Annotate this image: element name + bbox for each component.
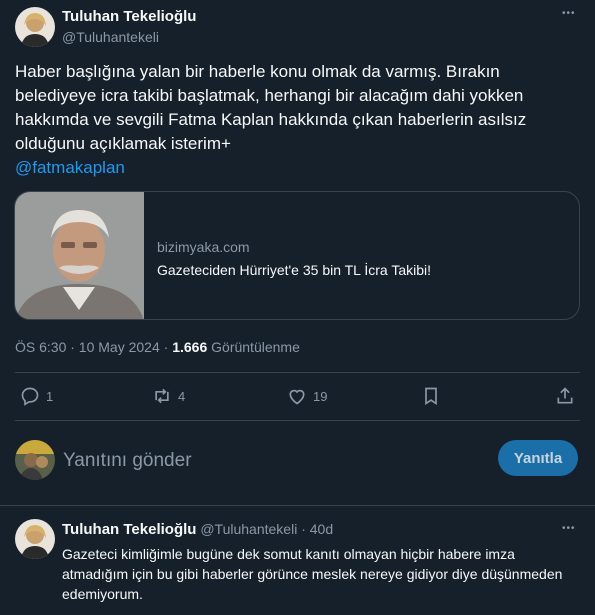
divider	[15, 372, 580, 373]
reply-button[interactable]: 1	[20, 386, 53, 406]
reply-age[interactable]: 40d	[310, 521, 333, 537]
like-icon	[289, 389, 305, 405]
reply-author-avatar[interactable]	[15, 519, 55, 559]
views-label: Görüntülenme	[207, 339, 300, 355]
share-icon	[557, 387, 573, 404]
mention-link[interactable]: @fatmakaplan	[15, 156, 575, 180]
retweet-button[interactable]: 4	[152, 386, 185, 406]
divider	[15, 420, 580, 421]
reply-author-name[interactable]: Tuluhan Tekelioğlu	[62, 521, 196, 538]
link-card[interactable]: bizimyaka.com Gazeteciden Hürriyet'e 35 …	[14, 191, 580, 320]
like-button[interactable]: 19	[287, 386, 327, 406]
reply-input[interactable]: Yanıtını gönder	[63, 450, 192, 472]
like-count: 19	[313, 388, 328, 404]
tweet-text: Haber başlığına yalan bir haberle konu o…	[15, 60, 575, 180]
card-title: Gazeteciden Hürriyet'e 35 bin TL İcra Ta…	[157, 262, 431, 278]
card-thumbnail	[15, 192, 144, 319]
author-avatar[interactable]	[15, 7, 55, 47]
bookmark-button[interactable]	[421, 386, 441, 406]
tweet-timestamp[interactable]: ÖS 6:30 · 10 May 2024 ·	[15, 339, 172, 355]
reply-header: Tuluhan Tekelioğlu @Tuluhantekeli · 40d	[62, 521, 333, 538]
share-button[interactable]	[555, 386, 575, 406]
bookmark-icon	[425, 387, 437, 406]
reply-text: Gazeteci kimliğimle bugüne dek somut kan…	[62, 546, 563, 602]
reply-count: 1	[46, 388, 54, 404]
reply-icon	[21, 387, 39, 406]
retweet-count: 4	[178, 388, 186, 404]
reply-author-handle[interactable]: @Tuluhantekeli	[200, 521, 297, 537]
more-options-icon[interactable]: •••	[562, 8, 576, 19]
tweet-body: Haber başlığına yalan bir haberle konu o…	[15, 62, 527, 153]
views-count: 1.666	[172, 339, 208, 355]
current-user-avatar[interactable]	[15, 440, 55, 480]
author-handle[interactable]: @Tuluhantekeli	[62, 29, 159, 45]
retweet-icon	[155, 388, 169, 404]
divider	[0, 505, 595, 506]
reply-separator: ·	[301, 521, 306, 537]
reply-submit-button[interactable]: Yanıtla	[498, 440, 578, 476]
tweet-meta: ÖS 6:30 · 10 May 2024 · 1.666 Görüntülen…	[15, 339, 300, 355]
card-domain: bizimyaka.com	[157, 239, 250, 255]
author-name[interactable]: Tuluhan Tekelioğlu	[62, 8, 196, 25]
reply-more-options-icon[interactable]: •••	[562, 523, 576, 534]
